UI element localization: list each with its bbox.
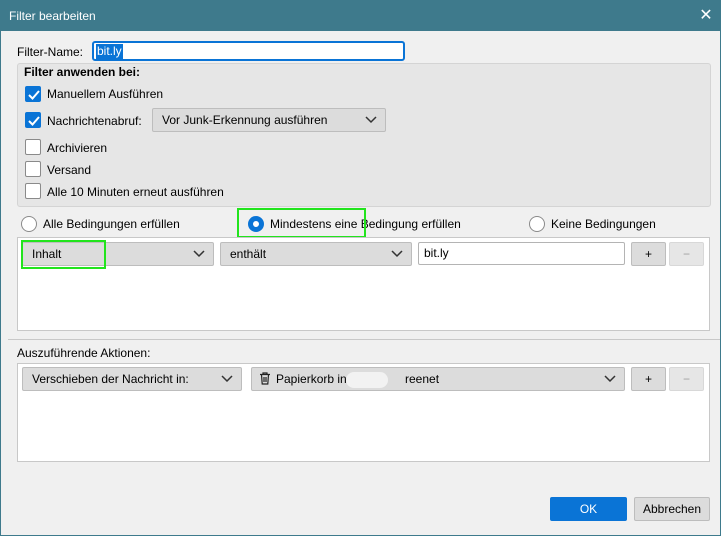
condition-value-input[interactable]: bit.ly	[418, 242, 625, 265]
action-type-select[interactable]: Verschieben der Nachricht in:	[22, 367, 242, 391]
trash-icon	[260, 372, 270, 385]
send-checkbox[interactable]	[25, 161, 41, 177]
periodic-checkbox[interactable]	[25, 183, 41, 199]
archive-checkbox[interactable]	[25, 139, 41, 155]
getmail-timing-select[interactable]: Vor Junk-Erkennung ausführen	[152, 108, 386, 132]
filter-name-value: bit.ly	[96, 44, 123, 59]
getmail-label: Nachrichtenabruf:	[47, 114, 142, 128]
periodic-label: Alle 10 Minuten erneut ausführen	[47, 185, 224, 199]
chevron-down-icon	[221, 375, 233, 383]
action-target-select[interactable]: Papierkorb in reenet	[251, 367, 625, 391]
match-none-radio[interactable]	[529, 216, 545, 232]
condition-value-text: bit.ly	[424, 246, 449, 260]
add-action-button[interactable]: +	[631, 367, 666, 391]
condition-field-select[interactable]: Inhalt	[22, 242, 214, 266]
chevron-down-icon	[193, 250, 205, 258]
action-target-suffix: reenet	[405, 372, 440, 386]
match-all-label: Alle Bedingungen erfüllen	[43, 217, 180, 231]
match-any-label: Mindestens eine Bedingung erfüllen	[270, 217, 461, 231]
actions-heading: Auszuführende Aktionen:	[17, 346, 151, 360]
condition-field-value: Inhalt	[32, 247, 62, 261]
getmail-timing-value: Vor Junk-Erkennung ausführen	[162, 113, 328, 127]
check-icon	[28, 90, 40, 100]
window-border-left	[0, 31, 1, 536]
check-icon	[28, 116, 40, 126]
condition-operator-select[interactable]: enthält	[220, 242, 412, 266]
action-type-value: Verschieben der Nachricht in:	[32, 372, 189, 386]
close-icon[interactable]: ✕	[691, 0, 721, 31]
condition-operator-value: enthält	[230, 247, 267, 261]
filter-name-label: Filter-Name:	[17, 45, 84, 59]
apply-heading: Filter anwenden bei:	[24, 65, 141, 79]
remove-action-button[interactable]: −	[669, 367, 704, 391]
archive-label: Archivieren	[47, 141, 108, 155]
manual-run-checkbox[interactable]	[25, 86, 41, 102]
match-all-radio[interactable]	[21, 216, 37, 232]
redacted-account-name	[346, 372, 388, 388]
manual-run-label: Manuellem Ausführen	[47, 87, 164, 101]
filter-name-input[interactable]: bit.ly	[92, 41, 405, 61]
getmail-checkbox[interactable]	[25, 112, 41, 128]
match-none-label: Keine Bedingungen	[551, 217, 656, 231]
window-title: Filter bearbeiten	[9, 9, 96, 23]
chevron-down-icon	[604, 375, 616, 383]
section-divider	[8, 339, 720, 340]
chevron-down-icon	[391, 250, 403, 258]
send-label: Versand	[47, 163, 92, 177]
cancel-button[interactable]: Abbrechen	[634, 497, 710, 521]
add-condition-button[interactable]: +	[631, 242, 666, 266]
action-target-prefix: Papierkorb in	[276, 372, 347, 386]
chevron-down-icon	[365, 116, 377, 124]
remove-condition-button[interactable]: −	[669, 242, 704, 266]
match-any-radio[interactable]	[248, 216, 264, 232]
ok-button[interactable]: OK	[550, 497, 627, 521]
title-bar: Filter bearbeiten ✕	[0, 0, 721, 31]
